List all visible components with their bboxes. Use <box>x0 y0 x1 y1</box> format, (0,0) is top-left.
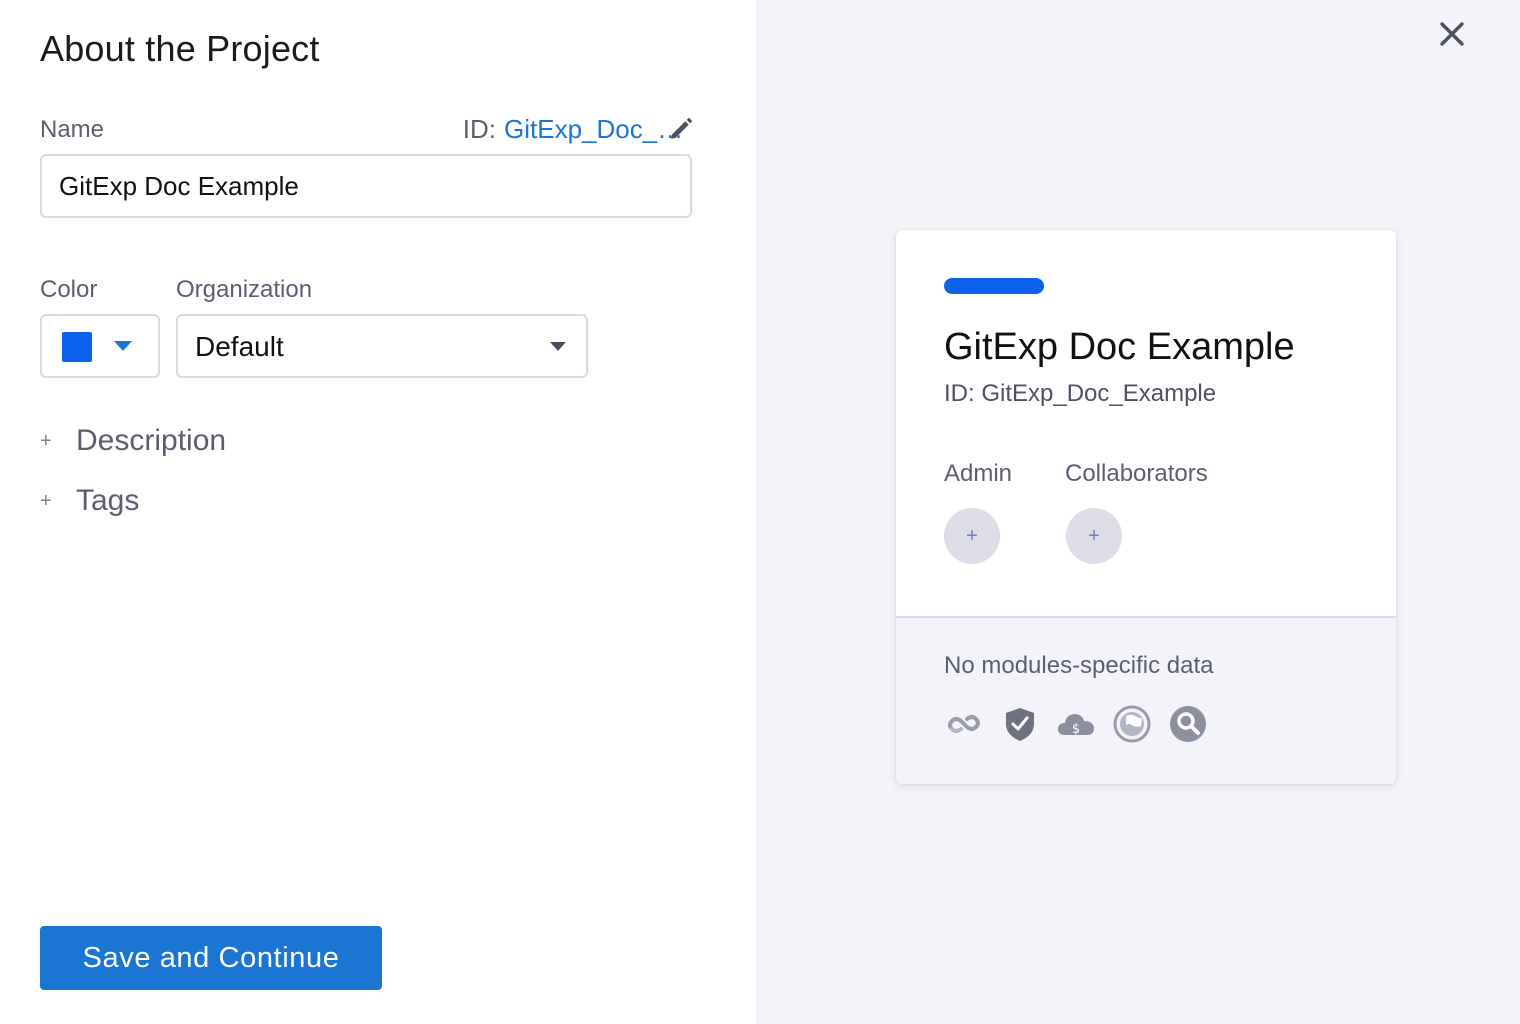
project-color-bar <box>944 278 1044 294</box>
project-preview-card: GitExp Doc Example ID: GitExp_Doc_Exampl… <box>896 230 1396 784</box>
ci-infinity-icon <box>948 715 980 733</box>
save-and-continue-button[interactable]: Save and Continue <box>40 926 382 990</box>
organization-value: Default <box>195 331 284 362</box>
cloud-cost-icon: $ <box>1058 714 1094 737</box>
add-collaborator-button[interactable]: + <box>1066 508 1122 564</box>
organization-label: Organization <box>176 276 313 303</box>
card-modules-footer: No modules-specific data $ <box>896 616 1396 784</box>
organization-select[interactable]: Default <box>176 314 588 378</box>
color-label: Color <box>40 276 98 303</box>
plus-icon: + <box>40 489 52 512</box>
svg-text:$: $ <box>1072 722 1080 737</box>
project-form-panel: About the Project Name ID: GitExp_Doc_Ex… <box>0 0 756 1024</box>
preview-project-id: ID: GitExp_Doc_Example <box>944 380 1217 407</box>
description-toggle[interactable]: + Description <box>40 424 226 458</box>
tags-toggle[interactable]: + Tags <box>40 484 139 518</box>
collaborators-label: Collaborators <box>1065 460 1208 487</box>
module-icons-row: $ <box>944 704 1208 744</box>
edit-pencil-icon[interactable] <box>668 116 694 142</box>
caret-down-icon <box>114 341 132 351</box>
search-circle-icon <box>1170 706 1206 742</box>
add-admin-button[interactable]: + <box>944 508 1000 564</box>
close-icon[interactable] <box>1436 18 1468 50</box>
name-label: Name <box>40 116 105 143</box>
color-picker[interactable] <box>40 314 160 378</box>
project-name-input[interactable] <box>40 154 692 218</box>
admin-label: Admin <box>944 460 1013 487</box>
caret-down-icon <box>550 342 566 351</box>
flag-circle-icon <box>1113 705 1151 743</box>
no-modules-text: No modules-specific data <box>944 652 1214 679</box>
project-id-value[interactable]: GitExp_Doc_Example <box>504 114 692 145</box>
project-id-row: ID: GitExp_Doc_Example <box>463 114 692 145</box>
shield-check-icon <box>1006 708 1034 741</box>
preview-project-name: GitExp Doc Example <box>944 326 1295 368</box>
page-title: About the Project <box>40 28 320 69</box>
description-toggle-label: Description <box>76 424 227 457</box>
tags-toggle-label: Tags <box>76 484 140 517</box>
color-swatch <box>62 332 92 362</box>
id-prefix: ID: <box>462 114 496 144</box>
plus-icon: + <box>40 429 52 452</box>
